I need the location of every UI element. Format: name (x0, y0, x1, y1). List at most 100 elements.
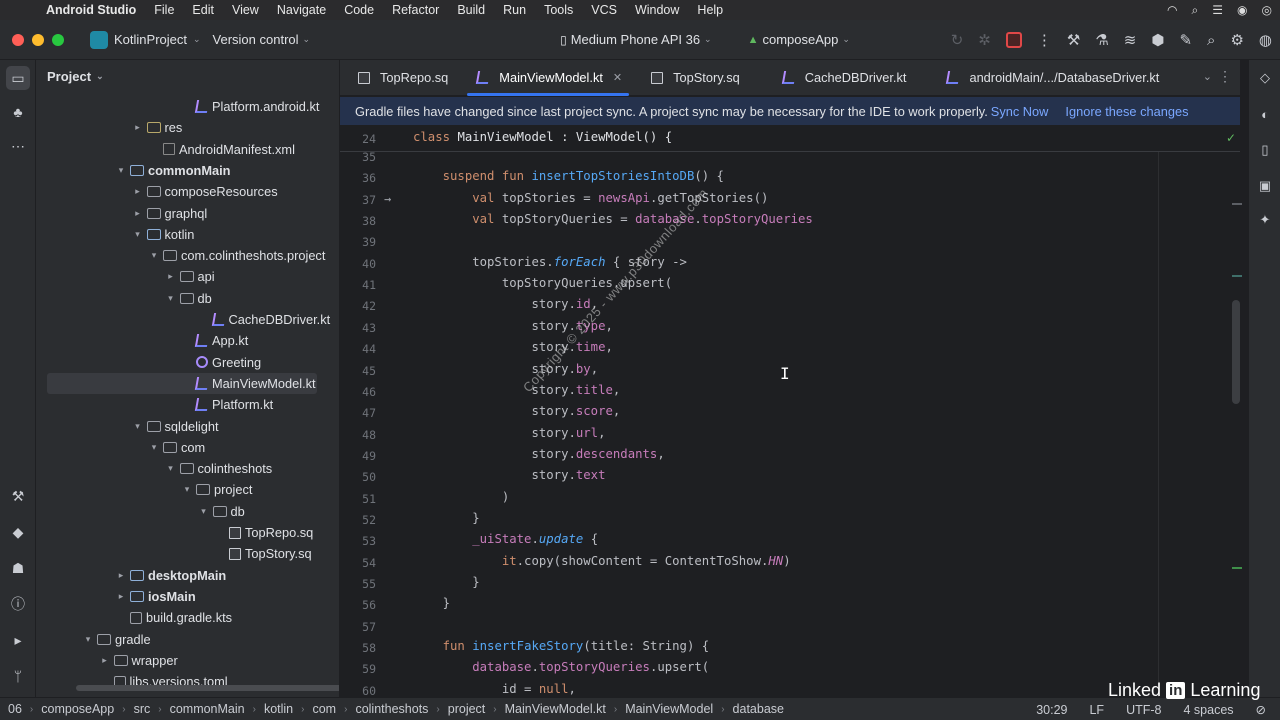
line-number[interactable]: 51 (340, 492, 376, 506)
chevron-right-icon[interactable]: ▸ (131, 208, 145, 219)
device-selector[interactable]: ▯ Medium Phone API 36 ⌄ (554, 27, 718, 53)
menu-vcs[interactable]: VCS (582, 3, 626, 17)
line-number[interactable]: 56 (340, 598, 376, 612)
minimize-window-button[interactable] (32, 33, 44, 46)
line-number[interactable]: 35 (340, 152, 376, 164)
chevron-down-icon[interactable]: ▾ (131, 229, 145, 240)
more-tabs-icon[interactable]: ⋮ (1218, 68, 1232, 85)
android-logcat-icon[interactable]: ☗ (6, 556, 30, 580)
gutter-arrow-icon[interactable]: → (384, 192, 391, 206)
siri-icon[interactable]: ◎ (1262, 3, 1272, 17)
chevron-right-icon[interactable]: ▸ (164, 271, 178, 282)
more-tools-icon[interactable]: ⋯ (6, 134, 30, 158)
tab-cachedbdriver-kt[interactable]: CacheDBDriver.kt (753, 60, 920, 96)
breadcrumb-item[interactable]: kotlin (264, 702, 293, 716)
gemini-sparkle-icon[interactable]: ✦ (1255, 210, 1275, 230)
chevron-down-icon[interactable]: ▾ (197, 506, 211, 517)
code-line[interactable]: 37 → val topStories = newsApi.getTopStori… (340, 189, 1240, 210)
build-hammer-icon[interactable]: ⚒ (6, 484, 30, 508)
code-line[interactable]: 35 (340, 152, 1240, 167)
project-folder-icon[interactable]: ▭ (6, 66, 30, 90)
project-panel-header[interactable]: Project ⌄ (36, 60, 339, 92)
menu-help[interactable]: Help (688, 3, 732, 17)
breadcrumb-item[interactable]: database (733, 702, 784, 716)
line-number[interactable]: 39 (340, 235, 376, 249)
line-number[interactable]: 41 (340, 278, 376, 292)
close-window-button[interactable] (12, 33, 24, 46)
control-center-icon[interactable]: ☰ (1212, 3, 1223, 17)
tree-item[interactable]: ▸ api (36, 266, 336, 287)
menu-app-name[interactable]: Android Studio (46, 3, 145, 17)
chevron-down-icon[interactable]: ▾ (147, 442, 161, 453)
tab-toprepo-sq[interactable]: TopRepo.sq (340, 60, 461, 96)
device-manager-icon[interactable]: ▯ (1255, 140, 1275, 160)
running-devices-icon[interactable]: ▣ (1255, 176, 1275, 196)
code-line[interactable]: 43 story.type, (340, 317, 1240, 338)
device-manager-icon[interactable]: ⚒ (1067, 31, 1080, 49)
tree-item[interactable]: Platform.kt (36, 394, 336, 415)
terminal-icon[interactable]: ▸ (6, 628, 30, 652)
tree-item[interactable]: ▸ wrapper (36, 650, 336, 671)
code-line[interactable]: 36 suspend fun insertTopStoriesIntoDB() … (340, 167, 1240, 188)
tree-item[interactable]: ▾ sqldelight (36, 416, 336, 437)
tree-item[interactable]: ▸ desktopMain (36, 565, 336, 586)
run-config-selector[interactable]: ▲ composeApp ⌄ (742, 27, 856, 53)
chevron-down-icon[interactable]: ▾ (164, 463, 178, 474)
code-line[interactable]: 42 story.id, (340, 295, 1240, 316)
gemini-icon[interactable]: ✎ (1179, 31, 1192, 49)
tab-mainviewmodel-kt[interactable]: MainViewModel.kt ✕ (461, 60, 635, 96)
tree-item[interactable]: ▾ com (36, 437, 336, 458)
ignore-changes-link[interactable]: Ignore these changes (1065, 104, 1188, 119)
chevron-down-icon[interactable]: ⌄ (1203, 70, 1212, 83)
tree-item[interactable]: CacheDBDriver.kt (36, 309, 336, 330)
line-separator[interactable]: LF (1089, 703, 1104, 717)
code-line[interactable]: 44 story.time, (340, 338, 1240, 359)
tree-horizontal-scrollbar[interactable] (76, 685, 339, 691)
editor-vertical-scrollbar[interactable] (1232, 300, 1240, 404)
line-number[interactable]: 49 (340, 449, 376, 463)
search-icon[interactable]: ⌕ (1192, 3, 1199, 18)
notifications-bell-icon[interactable]: ◇ (1255, 68, 1275, 88)
breadcrumb-item[interactable]: composeApp (41, 702, 114, 716)
line-number[interactable]: 40 (340, 257, 376, 271)
chevron-right-icon[interactable]: ▸ (98, 655, 112, 666)
breadcrumb-item[interactable]: 06 (8, 702, 22, 716)
line-number[interactable]: 42 (340, 299, 376, 313)
code-line[interactable]: 46 story.title, (340, 381, 1240, 402)
code-line[interactable]: 38 val topStoryQueries = database.topSto… (340, 210, 1240, 231)
line-number[interactable]: 48 (340, 428, 376, 442)
menu-edit[interactable]: Edit (183, 3, 223, 17)
line-number[interactable]: 38 (340, 214, 376, 228)
tree-item[interactable]: TopStory.sq (36, 543, 336, 564)
chevron-down-icon[interactable]: ▾ (114, 165, 128, 176)
tree-item[interactable]: ▾ kotlin (36, 224, 336, 245)
menu-code[interactable]: Code (335, 3, 383, 17)
line-number[interactable]: 55 (340, 577, 376, 591)
tree-item[interactable]: ▸ iosMain (36, 586, 336, 607)
line-number[interactable]: 37 (340, 193, 376, 207)
line-number[interactable]: 59 (340, 662, 376, 676)
code-line[interactable]: 39 (340, 231, 1240, 252)
code-line[interactable]: 41 topStoryQueries.upsert( (340, 274, 1240, 295)
chevron-right-icon[interactable]: ▸ (114, 591, 128, 602)
rerun-icon[interactable]: ↻ (951, 31, 964, 49)
chevron-right-icon[interactable]: ▸ (131, 122, 145, 133)
tree-item[interactable]: Platform.android.kt (36, 96, 336, 117)
debug-icon[interactable]: ✲ (978, 31, 991, 49)
line-number[interactable]: 52 (340, 513, 376, 527)
menu-refactor[interactable]: Refactor (383, 3, 448, 17)
code-line[interactable]: 52 } (340, 509, 1240, 530)
chevron-down-icon[interactable]: ▾ (81, 634, 95, 645)
code-line[interactable]: 56 } (340, 594, 1240, 615)
line-number[interactable]: 50 (340, 470, 376, 484)
breadcrumb-item[interactable]: project (448, 702, 486, 716)
menu-tools[interactable]: Tools (535, 3, 582, 17)
more-actions-icon[interactable]: ⋮ (1037, 31, 1052, 49)
tree-item[interactable]: ▸ res (36, 117, 336, 138)
tree-item[interactable]: ▾ com.colintheshots.project (36, 245, 336, 266)
chevron-right-icon[interactable]: ▸ (114, 570, 128, 581)
code-line[interactable]: 48 story.url, (340, 424, 1240, 445)
tree-item[interactable]: ▾ colintheshots (36, 458, 336, 479)
tree-item[interactable]: ▾ project (36, 479, 336, 500)
user-icon[interactable]: ◉ (1237, 3, 1247, 17)
